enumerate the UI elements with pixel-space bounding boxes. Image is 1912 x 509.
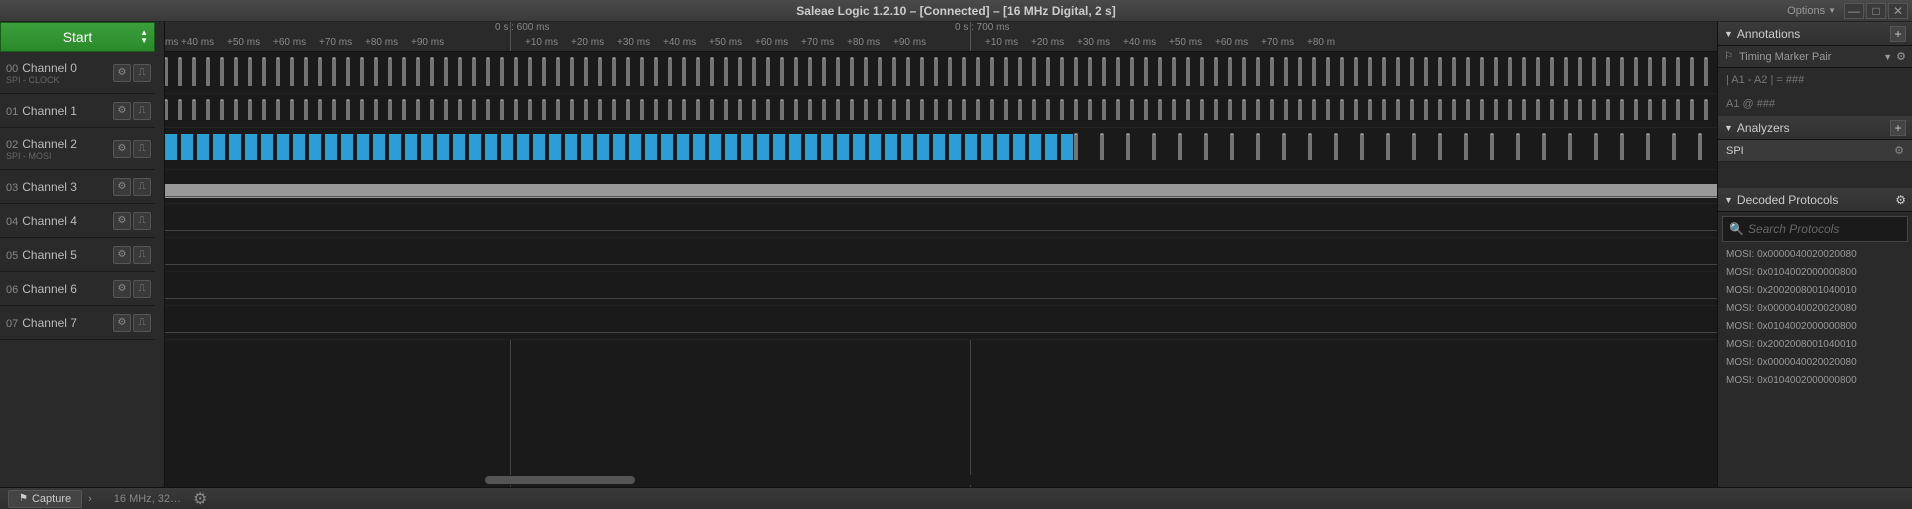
marker-diff: | A1 - A2 | = ###	[1718, 68, 1912, 92]
trigger-icon[interactable]: ⎍	[133, 140, 151, 158]
channel-03[interactable]: 03Channel 3 ⚙ ⎍	[0, 170, 155, 204]
protocol-line[interactable]: MOSI: 0x0000040020020080	[1718, 354, 1912, 372]
options-menu[interactable]: Options▼	[1781, 5, 1842, 17]
channel-07[interactable]: 07Channel 7 ⚙ ⎍	[0, 306, 155, 340]
trigger-icon[interactable]: ⎍	[133, 178, 151, 196]
trigger-icon[interactable]: ⎍	[133, 280, 151, 298]
timeline[interactable]: 0 s : 600 ms0 s : 700 msms+40 ms+50 ms+6…	[165, 22, 1717, 52]
channel-04[interactable]: 04Channel 4 ⚙ ⎍	[0, 204, 155, 238]
protocol-line[interactable]: MOSI: 0x0000040020020080	[1718, 246, 1912, 264]
add-annotation-button[interactable]: +	[1890, 26, 1906, 42]
analyzer-spi[interactable]: SPI ⚙	[1718, 140, 1912, 162]
analyzers-header[interactable]: ▼ Analyzers +	[1718, 116, 1912, 140]
capture-info: 16 MHz, 32…	[114, 493, 181, 505]
channel-00[interactable]: 00Channel 0 SPI - CLOCK ⚙ ⎍	[0, 52, 155, 94]
gear-icon[interactable]: ⚙	[113, 178, 131, 196]
protocol-line[interactable]: MOSI: 0x0104002000000800	[1718, 318, 1912, 336]
annotations-header[interactable]: ▼ Annotations +	[1718, 22, 1912, 46]
tag-icon: ⚐	[1724, 51, 1733, 62]
protocol-line[interactable]: MOSI: 0x0104002000000800	[1718, 264, 1912, 282]
chevron-right-icon: ›	[88, 493, 92, 505]
nav-column	[155, 22, 165, 487]
window-title: Saleae Logic 1.2.10 – [Connected] – [16 …	[796, 4, 1115, 18]
chevron-down-icon: ▼	[1724, 195, 1733, 205]
search-protocols-input[interactable]: 🔍 Search Protocols	[1722, 216, 1908, 242]
channel-01[interactable]: 01Channel 1 ⚙ ⎍	[0, 94, 155, 128]
horizontal-scrollbar[interactable]	[165, 475, 1717, 485]
capture-tab[interactable]: ⚑ Capture	[8, 490, 82, 508]
chevron-down-icon: ▼	[1883, 52, 1892, 62]
titlebar: Saleae Logic 1.2.10 – [Connected] – [16 …	[0, 0, 1912, 22]
chevron-down-icon: ▼	[1724, 29, 1733, 39]
decoded-header[interactable]: ▼ Decoded Protocols ⚙	[1718, 188, 1912, 212]
maximize-button[interactable]: □	[1866, 3, 1886, 19]
waveform-area[interactable]: 0 s : 600 ms0 s : 700 msms+40 ms+50 ms+6…	[165, 22, 1717, 487]
gear-icon[interactable]: ⚙	[193, 489, 207, 509]
marker-at: A1 @ ###	[1718, 92, 1912, 116]
channel-02[interactable]: 02Channel 2 SPI - MOSI ⚙ ⎍	[0, 128, 155, 170]
search-icon: 🔍	[1729, 222, 1744, 236]
waveform-tracks[interactable]	[165, 52, 1717, 487]
trigger-icon[interactable]: ⎍	[133, 246, 151, 264]
trigger-icon[interactable]: ⎍	[133, 314, 151, 332]
bottom-bar: ⚑ Capture › 16 MHz, 32… ⚙	[0, 487, 1912, 509]
gear-icon[interactable]: ⚙	[113, 246, 131, 264]
gear-icon[interactable]: ⚙	[113, 64, 131, 82]
minimize-button[interactable]: —	[1844, 3, 1864, 19]
right-panel: ▼ Annotations + ⚐ Timing Marker Pair ▼ ⚙…	[1717, 22, 1912, 487]
gear-icon[interactable]: ⚙	[113, 140, 131, 158]
protocol-list[interactable]: MOSI: 0x0000040020020080MOSI: 0x01040020…	[1718, 246, 1912, 390]
timing-marker-row[interactable]: ⚐ Timing Marker Pair ▼ ⚙	[1718, 46, 1912, 68]
start-button[interactable]: Start ▲▼	[0, 22, 155, 52]
trigger-icon[interactable]: ⎍	[133, 102, 151, 120]
protocol-line[interactable]: MOSI: 0x0104002000000800	[1718, 372, 1912, 390]
tag-icon: ⚑	[19, 493, 28, 504]
protocol-line[interactable]: MOSI: 0x2002008001040010	[1718, 336, 1912, 354]
add-analyzer-button[interactable]: +	[1890, 120, 1906, 136]
gear-icon[interactable]: ⚙	[113, 280, 131, 298]
channel-06[interactable]: 06Channel 6 ⚙ ⎍	[0, 272, 155, 306]
channel-05[interactable]: 05Channel 5 ⚙ ⎍	[0, 238, 155, 272]
gear-icon[interactable]: ⚙	[113, 314, 131, 332]
gear-icon[interactable]: ⚙	[1894, 144, 1904, 157]
scrollbar-thumb[interactable]	[485, 476, 635, 484]
chevron-down-icon: ▼	[1724, 123, 1733, 133]
protocol-line[interactable]: MOSI: 0x0000040020020080	[1718, 300, 1912, 318]
channel-sidebar: Start ▲▼ 00Channel 0 SPI - CLOCK ⚙ ⎍ 01C…	[0, 22, 155, 487]
gear-icon[interactable]: ⚙	[1896, 50, 1906, 63]
gear-icon[interactable]: ⚙	[113, 102, 131, 120]
gear-icon[interactable]: ⚙	[113, 212, 131, 230]
close-button[interactable]: ✕	[1888, 3, 1908, 19]
protocol-line[interactable]: MOSI: 0x2002008001040010	[1718, 282, 1912, 300]
trigger-icon[interactable]: ⎍	[133, 64, 151, 82]
gear-icon[interactable]: ⚙	[1895, 193, 1906, 207]
trigger-icon[interactable]: ⎍	[133, 212, 151, 230]
